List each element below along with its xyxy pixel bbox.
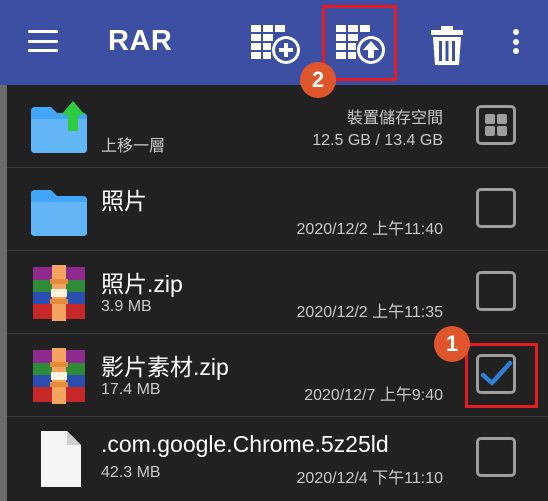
step-badge-1: 1: [434, 326, 470, 362]
checkbox-highlight-box: [465, 343, 538, 408]
app-title: RAR: [108, 25, 173, 57]
file-date: 2020/12/7 上午9:40: [304, 387, 443, 404]
row-checkbox[interactable]: [476, 437, 516, 477]
more-vert-icon[interactable]: [511, 29, 521, 57]
scroll-indicator: [0, 85, 7, 501]
file-name: 照片.zip: [101, 271, 183, 297]
hamburger-menu-icon[interactable]: [28, 30, 58, 54]
list-item-file[interactable]: .com.google.Chrome.5z25ld 42.3 MB 2020/1…: [7, 417, 548, 500]
archive-add-icon[interactable]: [248, 17, 302, 71]
winrar-archive-icon: [29, 263, 89, 323]
list-item-folder[interactable]: 照片 2020/12/2 上午11:40: [7, 168, 548, 251]
row-checkbox[interactable]: [476, 188, 516, 228]
folder-icon: [29, 180, 89, 240]
file-name: 照片: [101, 188, 147, 214]
file-size: 42.3 MB: [101, 464, 161, 481]
file-size: 3.9 MB: [101, 298, 152, 315]
file-date: 2020/12/2 上午11:35: [296, 304, 443, 321]
file-name: 影片素材.zip: [101, 354, 229, 380]
list-item-archive[interactable]: 照片.zip 3.9 MB 2020/12/2 上午11:35: [7, 251, 548, 334]
trash-icon[interactable]: [420, 17, 474, 71]
file-date: 2020/12/4 下午11:10: [296, 470, 443, 487]
row-checkbox[interactable]: [476, 271, 516, 311]
folder-up-icon: [29, 97, 89, 157]
storage-usage: 12.5 GB / 13.4 GB: [312, 132, 443, 149]
list-item-parent[interactable]: 上移一層 裝置儲存空間 12.5 GB / 13.4 GB: [7, 85, 548, 168]
file-size: 17.4 MB: [101, 381, 161, 398]
winrar-archive-icon: [29, 346, 89, 406]
app-bar: RAR: [0, 0, 548, 85]
storage-name: 裝置儲存空間: [346, 110, 443, 127]
file-name: .com.google.Chrome.5z25ld: [101, 431, 389, 457]
file-icon: [29, 429, 89, 489]
file-date: 2020/12/2 上午11:40: [296, 221, 443, 238]
parent-label: 上移一層: [101, 138, 166, 155]
grid-view-icon[interactable]: [476, 105, 516, 145]
